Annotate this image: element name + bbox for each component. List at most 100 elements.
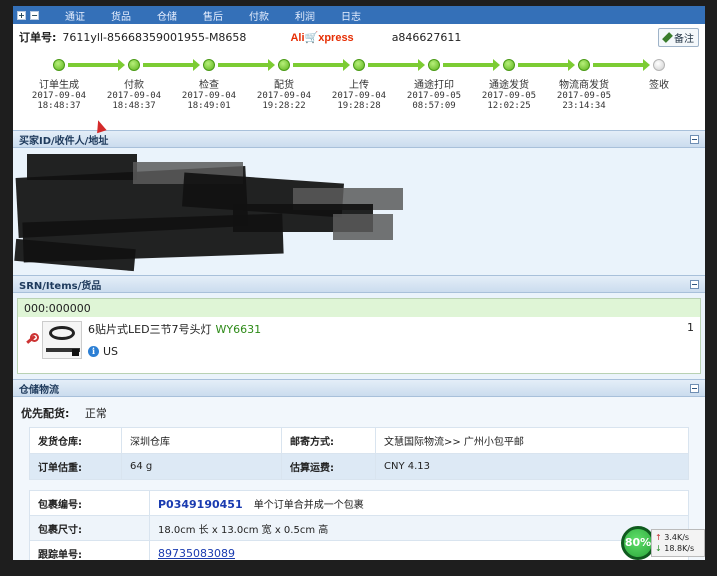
table-row: 包裹尺寸: 18.0cm 长 x 13.0cm 宽 x 0.5cm 高 xyxy=(29,515,689,541)
step-date: 2017-09-04 xyxy=(256,91,312,101)
weight-label: 订单估重: xyxy=(29,453,122,480)
step-time: 18:49:01 xyxy=(187,101,231,111)
order-progress: 订单生成 2017-09-04 18:48:37 付款 2017-09-04 18:48:… xyxy=(13,50,705,134)
nav-item-3[interactable]: 售后 xyxy=(203,8,223,23)
collapse-icon[interactable] xyxy=(690,383,699,393)
step-time: 19:28:22 xyxy=(262,101,306,111)
collapse-icon[interactable] xyxy=(690,279,699,289)
package-no-label: 包裹编号: xyxy=(29,490,150,516)
table-row: 发货仓库: 深圳仓库 邮寄方式: 文慧国际物流>> 广州小包平邮 xyxy=(29,427,689,454)
items-box: 000:000000 6贴片式LED三节7号头灯 WY6631 i US 1 xyxy=(17,298,701,374)
step-status-icon xyxy=(128,59,140,71)
nav-item-1[interactable]: 货品 xyxy=(111,8,131,23)
table-row: 订单估重: 64 g 估算运费: CNY 4.13 xyxy=(29,453,689,480)
step-status-icon xyxy=(278,59,290,71)
step-time: 08:57:09 xyxy=(412,101,456,111)
step-date: 2017-09-04 xyxy=(106,91,162,101)
items-panel-body: 000:000000 6贴片式LED三节7号头灯 WY6631 i US 1 xyxy=(13,293,705,379)
product-thumbnail[interactable] xyxy=(42,321,82,359)
nav-item-2[interactable]: 仓储 xyxy=(157,8,177,23)
download-rate: 18.8K/s xyxy=(664,544,695,553)
priority-label: 优先配货: xyxy=(21,407,70,420)
step-date: 2017-09-05 xyxy=(481,91,537,101)
item-title: 6贴片式LED三节7号头灯 WY6631 xyxy=(88,321,261,337)
download-arrow-icon: ↓ xyxy=(655,544,662,553)
top-nav: + − 通证 货品 仓储 售后 付款 利润 日志 xyxy=(13,6,705,24)
buyer-panel-title: 买家ID/收件人/地址 xyxy=(19,135,109,147)
speed-rates: ↑ 3.4K/s ↓ 18.8K/s xyxy=(651,529,705,557)
upload-rate: 3.4K/s xyxy=(664,533,690,542)
pencil-icon xyxy=(662,31,673,43)
item-name: 6贴片式LED三节7号头灯 xyxy=(88,323,212,336)
package-note: 单个订单合并成一个包裹 xyxy=(253,499,364,511)
expand-icon[interactable]: + xyxy=(17,10,26,20)
nav-item-6[interactable]: 日志 xyxy=(341,8,361,23)
tracking-cell: 89735083089 xyxy=(149,540,689,560)
buyer-panel-header: 买家ID/收件人/地址 xyxy=(13,130,705,148)
table-row: 跟踪单号: 89735083089 xyxy=(29,540,689,560)
nav-item-0[interactable]: 通证 xyxy=(65,8,85,23)
item-country-code: US xyxy=(103,345,119,358)
nav-item-4[interactable]: 付款 xyxy=(249,8,269,23)
step-name: 通途发货 xyxy=(489,80,529,91)
aliexpress-logo: Ali🛒xpress xyxy=(290,31,354,44)
progress-step: 签收 xyxy=(624,50,694,91)
info-icon[interactable]: i xyxy=(88,346,99,357)
step-status-icon xyxy=(578,59,590,71)
step-date: 2017-09-04 xyxy=(181,91,237,101)
item-country: i US xyxy=(88,345,261,358)
progress-step: 配货 2017-09-04 19:28:22 xyxy=(249,50,319,111)
item-quantity: 1 xyxy=(687,321,694,334)
items-panel-title: SRN/Items/货品 xyxy=(19,280,102,292)
list-item: 6贴片式LED三节7号头灯 WY6631 i US 1 xyxy=(18,317,700,373)
shipping-table: 发货仓库: 深圳仓库 邮寄方式: 文慧国际物流>> 广州小包平邮 订单估重: 6… xyxy=(29,427,689,480)
collapse-icon[interactable] xyxy=(690,134,699,144)
network-speed-widget[interactable]: 80% ↑ 3.4K/s ↓ 18.8K/s xyxy=(621,526,705,560)
order-header: 订单号: 7611yll-85668359001955-M8658 Ali🛒xp… xyxy=(13,24,705,50)
step-date: 2017-09-04 xyxy=(331,91,387,101)
package-size-value: 18.0cm 长 x 13.0cm 宽 x 0.5cm 高 xyxy=(149,515,689,541)
progress-step: 付款 2017-09-04 18:48:37 xyxy=(99,50,169,111)
step-time: 23:14:34 xyxy=(562,101,606,111)
progress-step: 通途发货 2017-09-05 12:02:25 xyxy=(474,50,544,111)
step-time: 18:48:37 xyxy=(112,101,156,111)
step-name: 签收 xyxy=(649,80,669,91)
speed-percent[interactable]: 80% xyxy=(621,526,655,560)
step-name: 付款 xyxy=(124,80,144,91)
weight-value: 64 g xyxy=(121,453,282,480)
warehouse-panel-title: 仓储物流 xyxy=(19,384,59,396)
package-no[interactable]: P0349190451 xyxy=(158,498,243,511)
note-button[interactable]: 备注 xyxy=(658,27,699,47)
step-status-icon xyxy=(203,59,215,71)
tracking-label: 跟踪单号: xyxy=(29,540,150,560)
step-time: 19:28:28 xyxy=(337,101,381,111)
warehouse-label: 发货仓库: xyxy=(29,427,122,454)
step-time: 12:02:25 xyxy=(487,101,531,111)
priority-value: 正常 xyxy=(84,407,107,420)
progress-step: 检查 2017-09-04 18:49:01 xyxy=(174,50,244,111)
item-sku[interactable]: WY6631 xyxy=(216,323,262,336)
wrench-icon[interactable] xyxy=(24,333,39,345)
nav-item-5[interactable]: 利润 xyxy=(295,8,315,23)
tracking-number-link[interactable]: 89735083089 xyxy=(158,547,235,560)
step-status-icon xyxy=(653,59,665,71)
buyer-account: a846627611 xyxy=(391,30,462,44)
step-date: 2017-09-05 xyxy=(556,91,612,101)
order-number: 7611yll-85668359001955-M8658 xyxy=(62,30,247,44)
progress-step: 通途打印 2017-09-05 08:57:09 xyxy=(399,50,469,111)
warehouse-panel-body: 优先配货: 正常 发货仓库: 深圳仓库 邮寄方式: 文慧国际物流>> 广州小包平… xyxy=(13,397,705,560)
shipping-method-label: 邮寄方式: xyxy=(281,427,376,454)
step-name: 物流商发货 xyxy=(559,80,609,91)
order-detail-window: + − 通证 货品 仓储 售后 付款 利润 日志 订单号: 7611yll-85… xyxy=(13,6,705,560)
step-name: 上传 xyxy=(349,80,369,91)
collapse-icon[interactable]: − xyxy=(30,10,39,20)
step-name: 通途打印 xyxy=(414,80,454,91)
shipping-method-value: 文慧国际物流>> 广州小包平邮 xyxy=(375,427,689,454)
step-time: 18:48:37 xyxy=(37,101,81,111)
buyer-panel-body-redacted xyxy=(13,148,705,275)
item-info: 6贴片式LED三节7号头灯 WY6631 i US xyxy=(88,321,261,358)
priority-row: 优先配货: 正常 xyxy=(21,405,699,421)
progress-step: 物流商发货 2017-09-05 23:14:34 xyxy=(549,50,619,111)
package-table: 包裹编号: P0349190451 单个订单合并成一个包裹 包裹尺寸: 18.0… xyxy=(29,490,689,560)
step-status-icon xyxy=(353,59,365,71)
